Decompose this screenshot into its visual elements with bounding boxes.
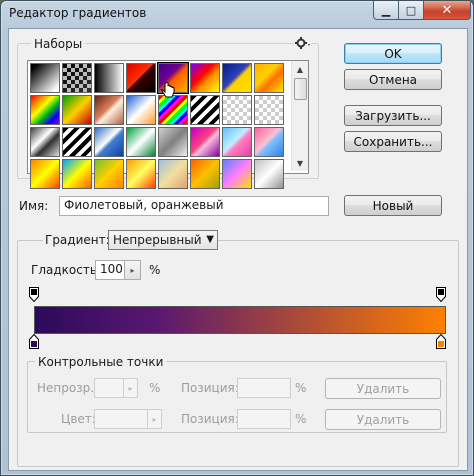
minimize-icon: ▁ [381, 3, 391, 17]
gradient-preview-bar[interactable] [34, 306, 446, 334]
preset-swatch[interactable] [30, 63, 60, 93]
gradient-type-value: Непрерывный [113, 233, 202, 247]
gradient-type-label: Градиент: [43, 233, 112, 247]
preset-swatch[interactable] [30, 95, 60, 125]
opacity-location-label: Позиция: [181, 381, 239, 395]
preset-swatch[interactable] [30, 159, 60, 189]
preset-swatch[interactable] [62, 63, 92, 93]
opacity-slider-arrow[interactable]: ▸ [124, 378, 138, 398]
preset-swatch[interactable] [222, 63, 252, 93]
close-button[interactable]: ✕ [423, 1, 471, 20]
maximize-button[interactable]: □ [398, 1, 424, 20]
color-location-label: Позиция: [181, 412, 239, 426]
preset-swatch[interactable] [222, 159, 252, 189]
preset-swatch[interactable] [190, 95, 220, 125]
preset-swatch[interactable] [94, 159, 124, 189]
delete-opacity-stop-button[interactable]: Удалить [325, 378, 441, 399]
preset-swatch[interactable] [126, 127, 156, 157]
opacity-location-percent: % [295, 381, 307, 395]
color-swatch-arrow[interactable]: ▸ [148, 409, 162, 429]
preset-swatch[interactable] [94, 127, 124, 157]
gradient-type-select[interactable]: Непрерывный ▼ [108, 230, 218, 250]
opacity-percent: % [149, 381, 161, 395]
preset-swatch[interactable] [158, 159, 188, 189]
preset-swatch[interactable] [126, 159, 156, 189]
scroll-down-icon[interactable]: ▼ [292, 155, 308, 171]
hand-cursor-icon [161, 81, 175, 100]
ok-button[interactable]: OK [344, 43, 442, 64]
smoothness-input[interactable]: 100 [95, 260, 125, 280]
preset-swatch[interactable] [62, 95, 92, 125]
presets-scrollbar[interactable]: ▲ ▼ [291, 61, 308, 171]
preset-swatch[interactable] [190, 159, 220, 189]
preset-swatch[interactable] [62, 127, 92, 157]
preset-swatch[interactable] [222, 95, 252, 125]
preset-swatch[interactable] [254, 63, 284, 93]
color-stop-right[interactable] [436, 333, 446, 349]
load-button[interactable]: Загрузить... [344, 105, 442, 126]
save-button[interactable]: Сохранить... [344, 131, 442, 152]
opacity-label: Непрозр.: [37, 381, 99, 395]
opacity-stop-right[interactable] [436, 287, 446, 303]
close-icon: ✕ [441, 2, 453, 18]
scroll-up-icon[interactable]: ▲ [292, 61, 308, 77]
color-location-input[interactable] [237, 409, 291, 429]
gradient-editor-window: Редактор градиентов ▁ □ ✕ Наборы ▲ ▼ OK … [0, 0, 474, 476]
smoothness-label: Гладкость: [31, 263, 101, 277]
opacity-input[interactable] [94, 378, 124, 398]
presets-list[interactable]: ▲ ▼ [27, 60, 309, 189]
preset-swatch[interactable] [126, 95, 156, 125]
color-location-percent: % [295, 412, 307, 426]
color-stop-left[interactable] [29, 333, 39, 349]
preset-swatch[interactable] [190, 63, 220, 93]
smoothness-percent: % [149, 263, 161, 277]
preset-swatch[interactable] [94, 63, 124, 93]
smoothness-slider-arrow[interactable]: ▸ [125, 260, 141, 280]
dialog-body: Наборы ▲ ▼ OK Отмена Загрузить... Сохран… [8, 28, 468, 471]
preset-swatch[interactable] [158, 127, 188, 157]
opacity-location-input[interactable] [237, 378, 291, 398]
minimize-button[interactable]: ▁ [373, 1, 399, 20]
color-label: Цвет: [61, 412, 96, 426]
delete-color-stop-button[interactable]: Удалить [325, 409, 441, 430]
cancel-button[interactable]: Отмена [344, 69, 442, 90]
presets-label: Наборы [31, 37, 86, 51]
preset-swatch[interactable] [254, 127, 284, 157]
preset-swatch[interactable] [126, 63, 156, 93]
new-button[interactable]: Новый [344, 195, 442, 216]
maximize-icon: □ [405, 3, 417, 17]
name-input[interactable]: Фиолетовый, оранжевый [59, 196, 329, 216]
stops-legend: Контрольные точки [35, 355, 167, 369]
preset-swatch[interactable] [254, 95, 284, 125]
window-title: Редактор градиентов [9, 6, 147, 20]
preset-swatch[interactable] [62, 159, 92, 189]
preset-swatch[interactable] [94, 95, 124, 125]
color-swatch-input[interactable] [94, 409, 148, 429]
preset-swatch[interactable] [222, 127, 252, 157]
preset-swatch[interactable] [254, 159, 284, 189]
preset-swatch[interactable] [30, 127, 60, 157]
opacity-stop-left[interactable] [29, 287, 39, 303]
scroll-thumb[interactable] [294, 78, 307, 100]
gear-icon[interactable] [294, 36, 312, 50]
name-label: Имя: [19, 199, 49, 213]
preset-swatch[interactable] [190, 127, 220, 157]
chevron-down-icon: ▼ [206, 234, 214, 245]
